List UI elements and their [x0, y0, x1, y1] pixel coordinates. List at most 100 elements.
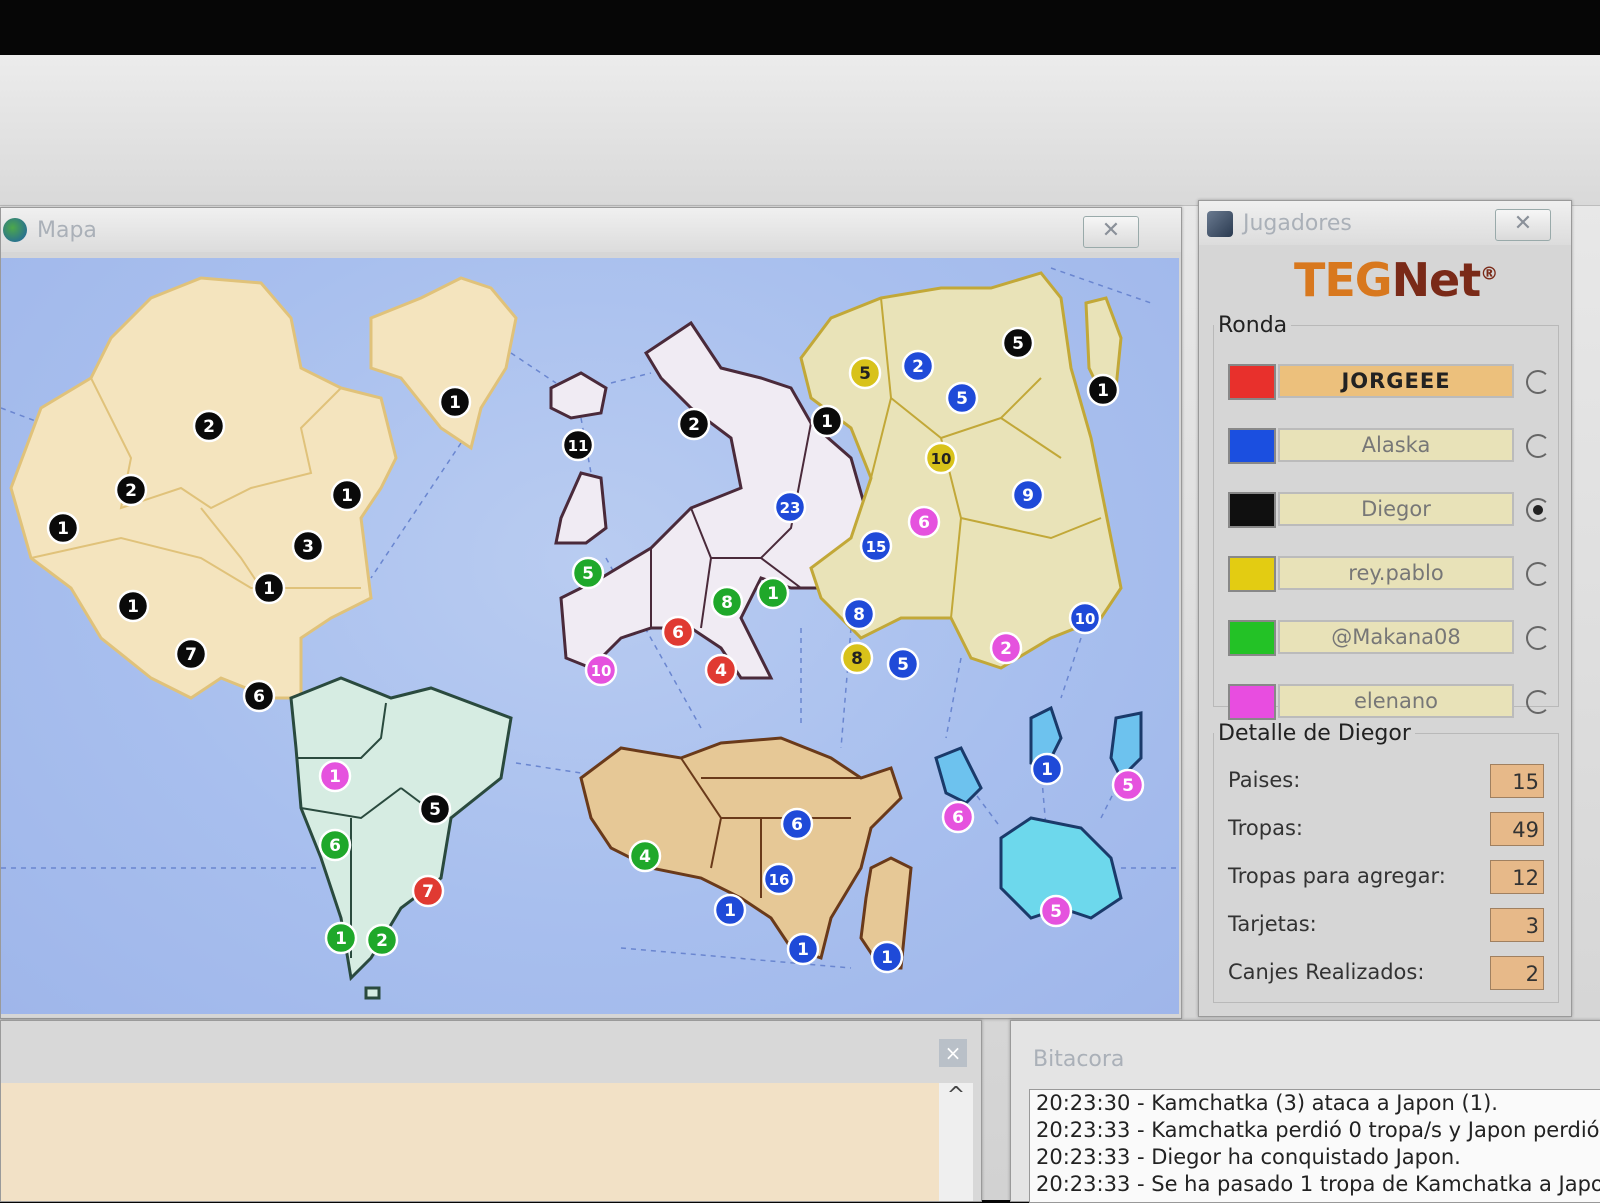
svg-text:8: 8 — [851, 649, 863, 669]
army-token[interactable]: 2 — [192, 409, 226, 443]
player-row[interactable]: Alaska — [1228, 428, 1568, 464]
player-radio[interactable] — [1526, 626, 1550, 650]
army-token[interactable]: 10 — [1068, 601, 1102, 635]
player-row[interactable]: rey.pablo — [1228, 556, 1568, 592]
player-radio[interactable] — [1526, 690, 1550, 714]
army-token[interactable]: 2 — [989, 631, 1023, 665]
army-token[interactable]: 4 — [704, 653, 738, 687]
army-token[interactable]: 4 — [628, 839, 662, 873]
army-token[interactable]: 1 — [756, 576, 790, 610]
army-token[interactable]: 5 — [1001, 326, 1035, 360]
map-svg[interactable]: 12213111761112523158 1641088 55 25511096210… — [1, 258, 1179, 1014]
bitacora-title: Bitacora — [1033, 1047, 1125, 1072]
army-token[interactable]: 15 — [859, 529, 893, 563]
army-token[interactable]: 6 — [907, 505, 941, 539]
chat-window: × ^ — [0, 1020, 982, 1202]
chat-area[interactable] — [1, 1083, 939, 1201]
army-token[interactable]: 23 — [773, 490, 807, 524]
army-token[interactable]: 9 — [1011, 478, 1045, 512]
army-token[interactable]: 16 — [762, 862, 796, 896]
army-token[interactable]: 1 — [318, 759, 352, 793]
player-color-swatch — [1228, 364, 1276, 400]
close-icon[interactable]: × — [939, 1039, 967, 1067]
player-name: Diegor — [1278, 492, 1514, 526]
army-token[interactable]: 11 — [561, 428, 595, 462]
army-token[interactable]: 5 — [418, 792, 452, 826]
svg-text:5: 5 — [1012, 334, 1024, 354]
army-token[interactable]: 1 — [870, 940, 904, 974]
army-token[interactable]: 1 — [1086, 373, 1120, 407]
player-color-swatch — [1228, 492, 1276, 528]
army-token[interactable]: 1 — [46, 511, 80, 545]
army-token[interactable]: 2 — [365, 923, 399, 957]
svg-text:1: 1 — [335, 929, 347, 949]
svg-text:2: 2 — [376, 931, 388, 951]
army-token[interactable]: 10 — [584, 653, 618, 687]
scroll-up-icon[interactable]: ^ — [939, 1083, 973, 1201]
close-icon[interactable]: ✕ — [1083, 216, 1139, 248]
detail-row: Tropas para agregar: 12 — [1228, 860, 1544, 896]
army-token[interactable]: 6 — [661, 615, 695, 649]
svg-text:10: 10 — [591, 662, 612, 680]
world-map[interactable]: 1 2 2 1 3 1 1 1 7 6 1 11 2 5 23 15 8 1 6 4 10 8 8 5 5 2 5 5 1 10 9 6 2 10… — [1, 258, 1179, 1014]
player-row[interactable]: Diegor — [1228, 492, 1568, 528]
player-radio[interactable] — [1526, 562, 1550, 586]
player-name: JORGEEE — [1278, 364, 1514, 398]
players-titlebar[interactable]: Jugadores ✕ — [1199, 201, 1571, 245]
detail-label: Tropas para agregar: — [1228, 864, 1446, 888]
army-token[interactable]: 1 — [786, 932, 820, 966]
army-token[interactable]: 6 — [242, 679, 276, 713]
army-token[interactable]: 1 — [810, 404, 844, 438]
svg-text:7: 7 — [422, 882, 434, 902]
army-token[interactable]: 1 — [116, 589, 150, 623]
player-radio[interactable] — [1526, 498, 1550, 522]
player-row[interactable]: JORGEEE — [1228, 364, 1568, 400]
detail-value: 12 — [1490, 860, 1544, 894]
army-token[interactable]: 1 — [713, 893, 747, 927]
svg-text:7: 7 — [185, 645, 197, 665]
north-america[interactable] — [9, 276, 518, 700]
army-token[interactable]: 5 — [1111, 768, 1145, 802]
army-token[interactable]: 6 — [318, 828, 352, 862]
svg-text:1: 1 — [329, 767, 341, 787]
player-row[interactable]: @Makana08 — [1228, 620, 1568, 656]
player-radio[interactable] — [1526, 434, 1550, 458]
player-row[interactable]: elenano — [1228, 684, 1568, 720]
army-token[interactable]: 1 — [324, 921, 358, 955]
army-token[interactable]: 5 — [848, 356, 882, 390]
player-name: elenano — [1278, 684, 1514, 718]
svg-text:3: 3 — [302, 537, 314, 557]
map-window-title: Mapa — [37, 218, 97, 243]
army-token[interactable]: 8 — [840, 641, 874, 675]
army-token[interactable]: 1 — [438, 385, 472, 419]
army-token[interactable]: 6 — [780, 807, 814, 841]
player-radio[interactable] — [1526, 370, 1550, 394]
army-token[interactable]: 1 — [330, 478, 364, 512]
army-token[interactable]: 3 — [291, 529, 325, 563]
army-token[interactable]: 2 — [677, 407, 711, 441]
army-token[interactable]: 1 — [252, 571, 286, 605]
army-token[interactable]: 6 — [941, 800, 975, 834]
army-token[interactable]: 5 — [886, 647, 920, 681]
army-token[interactable]: 10 — [924, 441, 958, 475]
army-token[interactable]: 5 — [571, 556, 605, 590]
bitacora-log[interactable]: 20:23:30 - Kamchatka (3) ataca a Japon (… — [1029, 1089, 1600, 1203]
svg-text:2: 2 — [912, 357, 924, 377]
svg-text:4: 4 — [639, 847, 651, 867]
army-token[interactable]: 5 — [945, 381, 979, 415]
army-token[interactable]: 7 — [174, 637, 208, 671]
map-titlebar[interactable]: Mapa ✕ — [1, 208, 1181, 252]
army-token[interactable]: 1 — [1030, 752, 1064, 786]
army-token[interactable]: 8 — [842, 597, 876, 631]
svg-text:16: 16 — [769, 871, 790, 889]
player-color-swatch — [1228, 556, 1276, 592]
svg-text:5: 5 — [897, 655, 909, 675]
close-icon[interactable]: ✕ — [1495, 209, 1551, 241]
army-token[interactable]: 7 — [411, 874, 445, 908]
svg-text:6: 6 — [952, 808, 964, 828]
army-token[interactable]: 5 — [1039, 894, 1073, 928]
army-token[interactable]: 2 — [114, 473, 148, 507]
army-token[interactable]: 2 — [901, 349, 935, 383]
svg-text:10: 10 — [1075, 610, 1096, 628]
army-token[interactable]: 8 — [710, 585, 744, 619]
